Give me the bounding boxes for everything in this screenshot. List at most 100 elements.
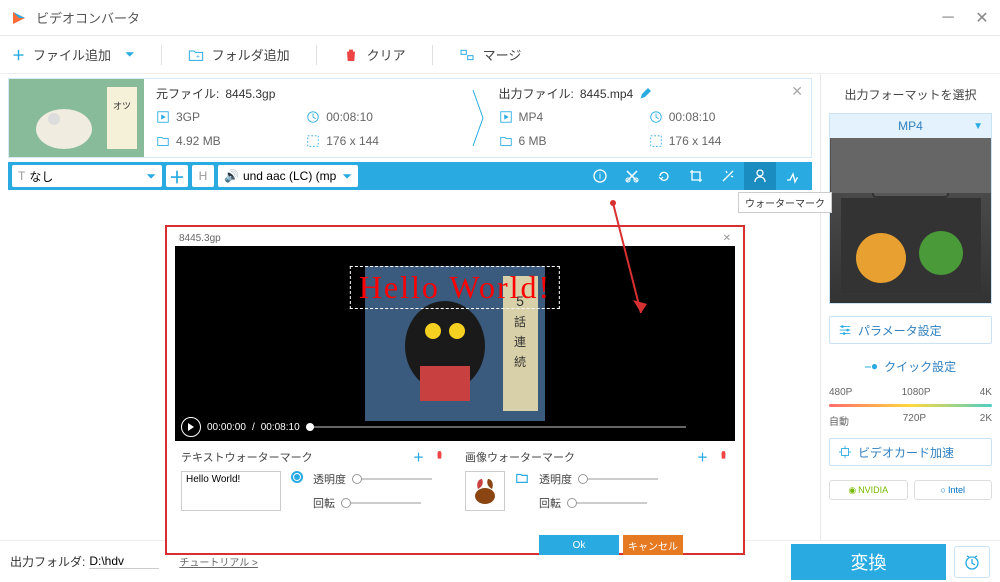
watermark-cancel-button[interactable]: キャンセル: [623, 535, 683, 555]
browse-image-button[interactable]: [515, 471, 529, 485]
folder-icon: [156, 134, 170, 148]
source-file-name: 8445.3gp: [225, 87, 275, 101]
text-opacity-slider[interactable]: [352, 478, 432, 480]
chevron-down-icon: ⏷: [146, 169, 156, 184]
svg-text:続: 続: [514, 355, 526, 369]
image-opacity-slider[interactable]: [578, 478, 658, 480]
params-button[interactable]: パラメータ設定: [829, 316, 992, 344]
preview-time-current: 00:00:00: [207, 422, 246, 433]
folder-icon: [499, 134, 513, 148]
subtitle-select[interactable]: T なし ⏷: [12, 165, 162, 187]
add-text-watermark-button[interactable]: ＋: [413, 449, 424, 465]
trim-tool-button[interactable]: [616, 162, 648, 190]
output-file-label: 出力ファイル:: [499, 85, 574, 102]
resolution-icon: [649, 134, 663, 148]
output-format-select[interactable]: MP4 ▼: [830, 114, 991, 138]
image-watermark-thumb: [465, 471, 505, 511]
output-file-name: 8445.mp4: [580, 87, 633, 101]
effects-tool-button[interactable]: [712, 162, 744, 190]
text-rotation-slider[interactable]: [341, 502, 421, 504]
svg-text:オツ: オツ: [113, 101, 131, 111]
add-subtitle-button[interactable]: ＋: [166, 165, 188, 187]
chevron-down-icon: ⏷: [342, 169, 352, 184]
quality-row-bottom: 自動720P2K: [829, 413, 992, 428]
hw-accel-button[interactable]: ビデオカード加速: [829, 438, 992, 466]
close-button[interactable]: ✕: [974, 10, 990, 26]
clock-icon: [306, 110, 320, 124]
tutorial-link[interactable]: チュートリアル >: [179, 554, 258, 569]
chip-icon: [838, 445, 852, 459]
timer-button[interactable]: [954, 546, 990, 578]
file-thumbnail: オツ: [9, 79, 144, 157]
app-title: ビデオコンバータ: [36, 8, 940, 27]
preview-time-total: 00:08:10: [261, 422, 300, 433]
format-icon: [156, 110, 170, 124]
delete-text-watermark-button[interactable]: [434, 449, 445, 465]
watermark-tool-button[interactable]: ウォーターマーク: [744, 162, 776, 190]
watermark-dialog: 8445.3gp ✕ 5話連続 Hello World! 00:00:00 / …: [165, 225, 745, 555]
arrow-divider-icon: [469, 79, 487, 157]
preview-seek-slider[interactable]: [306, 426, 686, 428]
sliders-icon: [838, 323, 852, 337]
info-tool-button[interactable]: i: [584, 162, 616, 190]
app-logo-icon: [10, 9, 28, 27]
sidebar-title: 出力フォーマットを選択: [829, 82, 992, 107]
remove-file-button[interactable]: ✕: [791, 83, 803, 100]
chevron-down-icon: ▼: [973, 121, 983, 132]
audio-tool-button[interactable]: [776, 162, 808, 190]
rotation-label: 回転: [313, 495, 335, 511]
minimize-button[interactable]: ─: [940, 10, 956, 26]
clear-button[interactable]: クリア: [343, 45, 406, 64]
clock-icon: [649, 110, 663, 124]
intel-badge: ○Intel: [914, 480, 993, 500]
text-watermark-title: テキストウォーターマーク: [181, 449, 313, 465]
add-image-watermark-button[interactable]: ＋: [697, 449, 708, 465]
format-preview: MP4: [830, 138, 991, 303]
format-icon: [499, 110, 513, 124]
watermark-ok-button[interactable]: Ok: [539, 535, 619, 555]
output-folder-label: 出力フォルダ:: [10, 553, 85, 570]
watermark-tooltip: ウォーターマーク: [738, 192, 832, 213]
h-button[interactable]: H: [192, 165, 214, 187]
resolution-icon: [306, 134, 320, 148]
trash-icon: [343, 47, 359, 63]
watermark-dialog-close[interactable]: ✕: [723, 233, 731, 244]
audio-track-select[interactable]: 🔊 und aac (LC) (mp ⏷: [218, 165, 358, 187]
image-rotation-slider[interactable]: [567, 502, 647, 504]
crop-tool-button[interactable]: [680, 162, 712, 190]
convert-button[interactable]: 変換: [791, 544, 946, 580]
source-file-label: 元ファイル:: [156, 85, 219, 102]
svg-text:i: i: [599, 171, 601, 181]
file-item: オツ 元ファイル: 8445.3gp 3GP 00:08:10 4.92 MB …: [8, 78, 812, 158]
quality-row-top: 480P1080P4K: [829, 387, 992, 398]
text-icon: T: [18, 169, 25, 183]
speaker-icon: 🔊: [224, 169, 239, 183]
folder-plus-icon: +: [188, 47, 204, 63]
watermark-dialog-filename: 8445.3gp: [179, 233, 221, 244]
quality-slider[interactable]: [829, 404, 992, 407]
opacity-label: 透明度: [313, 471, 346, 487]
add-file-button[interactable]: ＋ ファイル追加 ⏷: [12, 45, 135, 64]
watermark-text-input[interactable]: [181, 471, 281, 511]
svg-text:連: 連: [514, 335, 526, 349]
watermark-text-overlay[interactable]: Hello World!: [350, 266, 560, 309]
nvidia-badge: ◉NVIDIA: [829, 480, 908, 500]
rotate-tool-button[interactable]: [648, 162, 680, 190]
opacity-label: 透明度: [539, 471, 572, 487]
text-watermark-radio[interactable]: [291, 471, 303, 483]
action-bar: T なし ⏷ ＋ H 🔊 und aac (LC) (mp ⏷ i ウォーターマ…: [8, 162, 812, 190]
svg-text:話: 話: [514, 314, 526, 329]
merge-icon: [459, 47, 475, 63]
edit-icon[interactable]: [639, 88, 651, 100]
play-icon: [187, 423, 195, 431]
alarm-icon: [963, 553, 981, 571]
add-folder-button[interactable]: + フォルダ追加: [188, 45, 290, 64]
svg-text:+: +: [196, 53, 200, 60]
quick-settings-label: ⎯● クイック設定: [829, 358, 992, 375]
delete-image-watermark-button[interactable]: [718, 449, 729, 465]
merge-button[interactable]: マージ: [459, 45, 522, 64]
watermark-preview: 5話連続 Hello World! 00:00:00 / 00:08:10: [175, 246, 735, 441]
play-button[interactable]: [181, 417, 201, 437]
output-folder-input[interactable]: [89, 554, 159, 569]
image-watermark-title: 画像ウォーターマーク: [465, 449, 575, 465]
